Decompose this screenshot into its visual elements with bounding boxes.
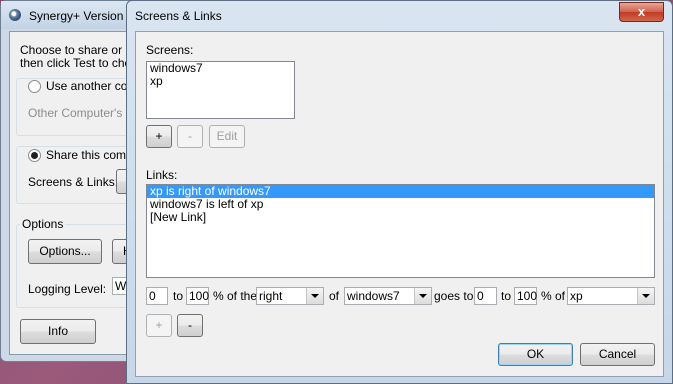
use-another-radio[interactable] — [28, 80, 41, 93]
options-button[interactable]: Options... — [28, 239, 102, 264]
source-start-field[interactable]: 0 — [146, 287, 168, 305]
synergy-main-window: Synergy+ Version Choose to share or use … — [0, 0, 139, 362]
intro-text-line1: Choose to share or use — [20, 43, 139, 57]
close-button[interactable]: x — [619, 2, 664, 22]
main-window-titlebar[interactable]: Synergy+ Version — [1, 1, 136, 29]
remove-screen-button[interactable]: - — [177, 125, 203, 148]
remove-link-button[interactable]: - — [177, 314, 203, 337]
add-link-button[interactable]: + — [146, 314, 172, 337]
synergy-app-icon — [9, 9, 21, 21]
source-end-field[interactable]: 100 — [186, 287, 209, 305]
add-screen-button[interactable]: + — [146, 125, 172, 148]
of-label: of — [329, 289, 340, 303]
screens-links-label: Screens & Links: — [28, 175, 119, 189]
goes-to-label: goes to — [434, 289, 474, 303]
direction-select[interactable]: right — [256, 287, 324, 305]
source-screen-select[interactable]: windows7 — [344, 287, 432, 305]
dest-screen-value: xp — [570, 289, 583, 303]
other-host-field[interactable]: Other Computer's Ho — [28, 106, 138, 120]
links-list[interactable]: xp is right of windows7 windows7 is left… — [146, 184, 655, 278]
info-button[interactable]: Info — [20, 319, 96, 344]
intro-text-line2: then click Test to chec — [20, 56, 138, 70]
source-screen-value: windows7 — [347, 289, 400, 303]
chevron-down-icon[interactable] — [414, 288, 431, 304]
screen-item-xp[interactable]: xp — [147, 75, 294, 88]
chevron-down-icon[interactable] — [637, 288, 654, 304]
link-item-new-link[interactable]: [New Link] — [147, 211, 654, 224]
to-label-1: to — [173, 289, 184, 303]
main-window-title: Synergy+ Version — [29, 9, 124, 23]
screens-label: Screens: — [146, 43, 194, 57]
dialog-title: Screens & Links — [135, 9, 222, 23]
close-icon: x — [637, 4, 646, 19]
link-item-windows7-left-of-xp[interactable]: windows7 is left of xp — [147, 198, 654, 211]
screen-item-windows7[interactable]: windows7 — [147, 62, 294, 75]
options-group-label: Options — [20, 217, 66, 231]
dest-screen-select[interactable]: xp — [567, 287, 655, 305]
main-window-client: Choose to share or use then click Test t… — [9, 31, 139, 355]
cancel-button[interactable]: Cancel — [580, 343, 655, 366]
dialog-client: Screens: windows7 xp + - Edit Links: xp … — [135, 31, 664, 377]
to-label-2: to — [501, 289, 512, 303]
direction-value: right — [259, 289, 283, 303]
dest-start-field[interactable]: 0 — [474, 287, 497, 305]
screens-links-dialog: Screens & Links x Screens: windows7 xp +… — [126, 0, 673, 384]
dest-end-field[interactable]: 100 — [514, 287, 537, 305]
links-label: Links: — [146, 168, 178, 182]
logging-level-label: Logging Level: — [28, 282, 107, 296]
screens-list[interactable]: windows7 xp — [146, 61, 295, 119]
percent-of-label: % of — [541, 289, 566, 303]
ok-button[interactable]: OK — [498, 343, 573, 366]
edit-screen-button[interactable]: Edit — [209, 125, 245, 148]
share-radio[interactable] — [28, 149, 41, 162]
chevron-down-icon[interactable] — [306, 288, 323, 304]
percent-of-the-label: % of the — [213, 289, 258, 303]
